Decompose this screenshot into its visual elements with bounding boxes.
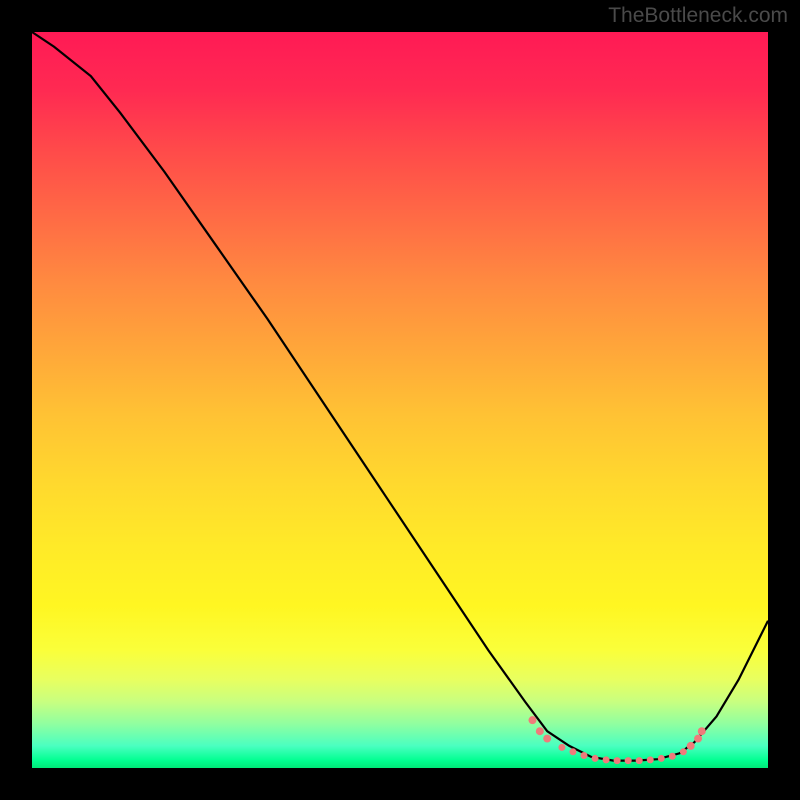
marker-point [528, 716, 536, 724]
watermark-text: TheBottleneck.com [608, 4, 788, 28]
marker-point [614, 757, 621, 764]
marker-point [625, 757, 632, 764]
marker-cluster [528, 716, 705, 764]
marker-point [687, 742, 695, 750]
marker-point [636, 757, 643, 764]
plot-area [32, 32, 768, 768]
marker-point [536, 727, 544, 735]
marker-point [580, 752, 587, 759]
marker-point [569, 748, 576, 755]
marker-point [558, 744, 565, 751]
marker-point [669, 753, 676, 760]
marker-point [658, 755, 665, 762]
marker-point [592, 755, 599, 762]
marker-point [603, 756, 610, 763]
marker-point [543, 735, 551, 743]
marker-point [680, 748, 687, 755]
marker-point [647, 756, 654, 763]
chart-svg [32, 32, 768, 768]
curve-line [32, 32, 768, 761]
marker-point [698, 727, 706, 735]
marker-point [694, 735, 702, 743]
